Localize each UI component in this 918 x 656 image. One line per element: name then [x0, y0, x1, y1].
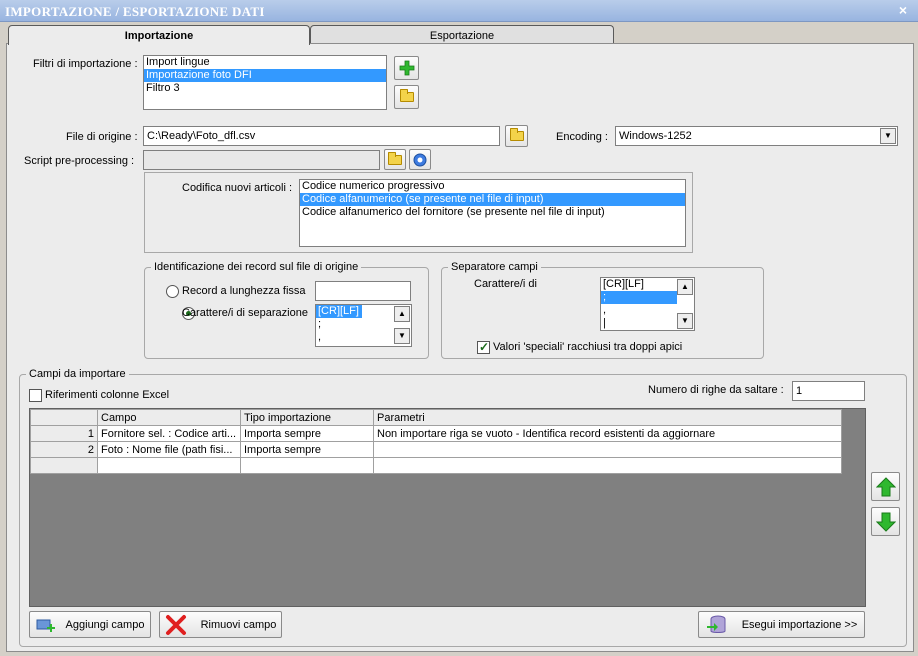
coding-item[interactable]: Codice alfanumerico del fornitore (se pr… [300, 206, 685, 219]
scroll-down-icon[interactable]: ▼ [394, 328, 410, 344]
special-values-label: Valori 'speciali' racchiusi tra doppi ap… [493, 341, 683, 353]
browse-script-button[interactable] [384, 149, 406, 170]
special-values-checkbox[interactable] [477, 340, 490, 354]
excel-refs-checkbox[interactable] [29, 389, 42, 402]
cell-campo[interactable]: Foto : Nome file (path fisi... [97, 441, 241, 458]
encoding-dropdown-icon[interactable]: ▼ [880, 128, 896, 144]
add-field-button[interactable]: Aggiungi campo [29, 611, 151, 638]
add-filter-button[interactable] [394, 56, 419, 80]
encoding-select[interactable]: Windows-1252 [615, 126, 898, 146]
scroll-up-icon[interactable]: ▲ [394, 306, 410, 322]
record-id-title: Identificazione dei record sul file di o… [151, 261, 362, 273]
cell-parametri[interactable]: Non importare riga se vuoto - Identifica… [373, 425, 842, 442]
folder-icon [388, 151, 402, 165]
separator-item-selected[interactable]: [CR][LF] [316, 305, 362, 318]
add-field-icon [36, 619, 55, 632]
title-bar: IMPORTAZIONE / ESPORTAZIONE DATI × [0, 0, 918, 22]
cell-parametri[interactable] [373, 441, 842, 458]
encoding-value: Windows-1252 [619, 130, 692, 142]
filter-item-selected[interactable]: Importazione foto DFI [144, 69, 386, 82]
coding-label: Codifica nuovi articoli : [182, 182, 293, 194]
coding-list[interactable]: Codice numerico progressivo Codice alfan… [299, 179, 686, 247]
table-row[interactable]: 1 Fornitore sel. : Codice arti... Import… [30, 425, 842, 442]
cell-tipo[interactable]: Importa sempre [240, 441, 374, 458]
scroll-up-icon[interactable]: ▲ [677, 279, 693, 295]
radio-fixed-length[interactable] [166, 285, 179, 298]
help-icon [413, 153, 427, 166]
arrow-up-icon [875, 476, 896, 496]
separator-label: Carattere/i di separazione [182, 307, 308, 319]
row-number: 1 [30, 425, 98, 442]
skip-rows-label: Numero di righe da saltare : [648, 384, 784, 396]
move-up-button[interactable] [871, 472, 900, 501]
field-separator-item-selected[interactable]: ; [601, 291, 677, 304]
source-file-label: File di origine : [66, 131, 138, 143]
browse-file-button[interactable] [505, 125, 528, 147]
close-icon[interactable]: × [896, 3, 910, 17]
filters-list[interactable]: Import lingue Importazione foto DFI Filt… [143, 55, 387, 110]
filters-label: Filtri di importazione : [33, 58, 138, 70]
open-filter-button[interactable] [394, 85, 419, 109]
cell-campo[interactable]: Fornitore sel. : Codice arti... [97, 425, 241, 442]
column-header-tipo[interactable]: Tipo importazione [240, 409, 374, 426]
source-file-input[interactable]: C:\Ready\Foto_dfl.csv [143, 126, 500, 146]
encoding-label: Encoding : [556, 131, 608, 143]
database-import-icon [706, 615, 726, 633]
folder-icon [509, 128, 524, 141]
arrow-down-icon [875, 512, 896, 532]
fixed-length-label: Record a lunghezza fissa [182, 285, 306, 297]
field-separator-title: Separatore campi [448, 261, 541, 273]
scroll-down-icon[interactable]: ▼ [677, 313, 693, 329]
add-field-label: Aggiungi campo [65, 618, 145, 631]
skip-rows-input[interactable]: 1 [792, 381, 865, 401]
folder-icon [399, 89, 414, 102]
column-header-campo[interactable]: Campo [97, 409, 241, 426]
tab-importazione[interactable]: Importazione [8, 25, 310, 45]
cell-tipo[interactable]: Importa sempre [240, 425, 374, 442]
fields-title: Campi da importare [26, 368, 129, 380]
plus-icon [399, 60, 414, 76]
script-help-button[interactable] [409, 149, 431, 170]
filter-item[interactable]: Import lingue [144, 56, 386, 69]
row-number-header [30, 409, 98, 426]
field-separator-label: Carattere/i di [474, 278, 537, 290]
move-down-button[interactable] [871, 507, 900, 536]
delete-icon [165, 614, 186, 635]
column-header-parametri[interactable]: Parametri [373, 409, 842, 426]
table-row-empty[interactable] [30, 457, 842, 474]
fixed-length-input[interactable] [315, 281, 411, 301]
coding-item[interactable]: Codice numerico progressivo [300, 180, 685, 193]
coding-item-selected[interactable]: Codice alfanumerico (se presente nel fil… [300, 193, 685, 206]
table-row[interactable]: 2 Foto : Nome file (path fisi... Importa… [30, 441, 842, 458]
run-import-label: Esegui importazione >> [741, 618, 858, 631]
row-number: 2 [30, 441, 98, 458]
run-import-button[interactable]: Esegui importazione >> [698, 611, 865, 638]
fields-grid: Campo Tipo importazione Parametri 1 Forn… [29, 408, 866, 607]
script-input[interactable] [143, 150, 380, 170]
window-title: IMPORTAZIONE / ESPORTAZIONE DATI [5, 4, 265, 19]
remove-field-label: Rimuovi campo [200, 618, 277, 631]
fields-table: Campo Tipo importazione Parametri 1 Forn… [30, 409, 842, 474]
script-label: Script pre-processing : [24, 155, 135, 167]
filter-item[interactable]: Filtro 3 [144, 82, 386, 95]
remove-field-button[interactable]: Rimuovi campo [159, 611, 282, 638]
excel-refs-label: Riferimenti colonne Excel [45, 389, 170, 401]
